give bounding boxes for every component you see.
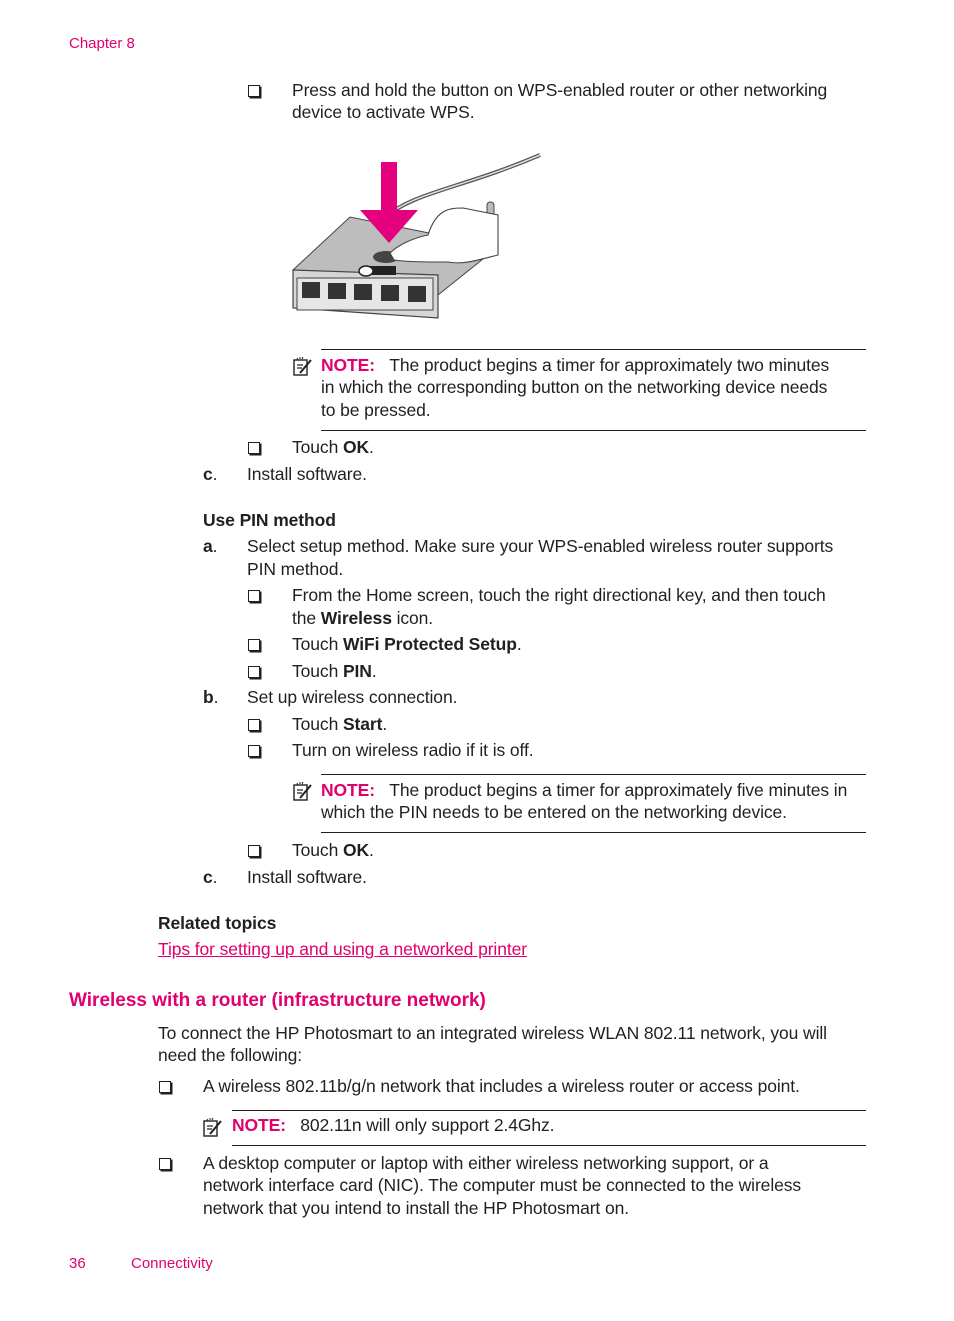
step-text: Turn on wireless radio if it is off. <box>292 740 534 760</box>
section-subheading: Use PIN method <box>203 510 336 530</box>
section-heading: Wireless with a router (infrastructure n… <box>69 990 486 1011</box>
page-number: 36 <box>69 1255 86 1272</box>
note-rule-top <box>321 774 866 775</box>
step-text: Select setup method. Make sure your WPS-… <box>247 536 834 556</box>
checkbox-bullet-icon <box>248 442 260 454</box>
checkbox-bullet-icon <box>248 639 260 651</box>
step-text-cont: the Wireless icon. <box>292 608 434 628</box>
list-marker: c. <box>203 867 218 887</box>
note-rule-top <box>232 1110 866 1111</box>
step-text-cont: device to activate WPS. <box>292 102 475 122</box>
note-rule-top <box>321 349 866 350</box>
list-marker: a. <box>203 536 218 556</box>
checkbox-bullet-icon <box>248 85 260 97</box>
list-marker: b. <box>203 687 219 707</box>
step-text: Install software. <box>247 464 367 484</box>
chapter-header: Chapter 8 <box>69 35 135 52</box>
step-text: Set up wireless connection. <box>247 687 458 707</box>
footer-section: Connectivity <box>131 1255 213 1272</box>
step-text: Install software. <box>247 867 367 887</box>
note-icon <box>203 1117 222 1137</box>
related-topic-link[interactable]: Tips for setting up and using a networke… <box>158 938 527 961</box>
requirement-item-cont: network interface card (NIC). The comput… <box>203 1175 802 1195</box>
step-text: Press and hold the button on WPS-enabled… <box>292 80 828 100</box>
checkbox-bullet-icon <box>248 719 260 731</box>
note-line: NOTE: The product begins a timer for app… <box>321 355 830 375</box>
checkbox-bullet-icon <box>248 845 260 857</box>
down-arrow <box>381 162 397 212</box>
step-text: Touch Start. <box>292 714 388 734</box>
step-text: Touch OK. <box>292 840 374 860</box>
note-line: NOTE: The product begins a timer for app… <box>321 780 848 800</box>
note-line: which the PIN needs to be entered on the… <box>321 802 787 822</box>
note-icon <box>293 356 312 376</box>
checkbox-bullet-icon <box>248 590 260 602</box>
checkbox-bullet-icon <box>159 1081 171 1093</box>
list-marker: c. <box>203 464 218 484</box>
requirement-item: A wireless 802.11b/g/n network that incl… <box>203 1076 800 1096</box>
router-wps-illustration <box>292 153 541 319</box>
note-rule-bottom <box>232 1145 866 1146</box>
note-rule-bottom <box>321 832 866 833</box>
step-text: From the Home screen, touch the right di… <box>292 585 826 605</box>
paragraph-line: need the following: <box>158 1045 303 1065</box>
paragraph-line: To connect the HP Photosmart to an integ… <box>158 1023 827 1043</box>
note-line: NOTE: 802.11n will only support 2.4Ghz. <box>232 1115 555 1135</box>
note-line: to be pressed. <box>321 400 431 420</box>
note-icon <box>293 781 312 801</box>
step-text-cont: PIN method. <box>247 559 344 579</box>
step-text: Touch OK. <box>292 437 374 457</box>
note-label: NOTE: <box>321 355 375 375</box>
requirement-item-cont: network that you intend to install the H… <box>203 1198 629 1218</box>
note-label: NOTE: <box>232 1115 286 1135</box>
step-text: Touch PIN. <box>292 661 377 681</box>
requirement-item: A desktop computer or laptop with either… <box>203 1153 769 1173</box>
step-text: Touch WiFi Protected Setup. <box>292 634 522 654</box>
note-line: in which the corresponding button on the… <box>321 377 828 397</box>
checkbox-bullet-icon <box>159 1158 171 1170</box>
note-label: NOTE: <box>321 780 375 800</box>
note-rule-bottom <box>321 430 866 431</box>
related-topics-heading: Related topics <box>158 913 277 933</box>
checkbox-bullet-icon <box>248 666 260 678</box>
checkbox-bullet-icon <box>248 745 260 757</box>
